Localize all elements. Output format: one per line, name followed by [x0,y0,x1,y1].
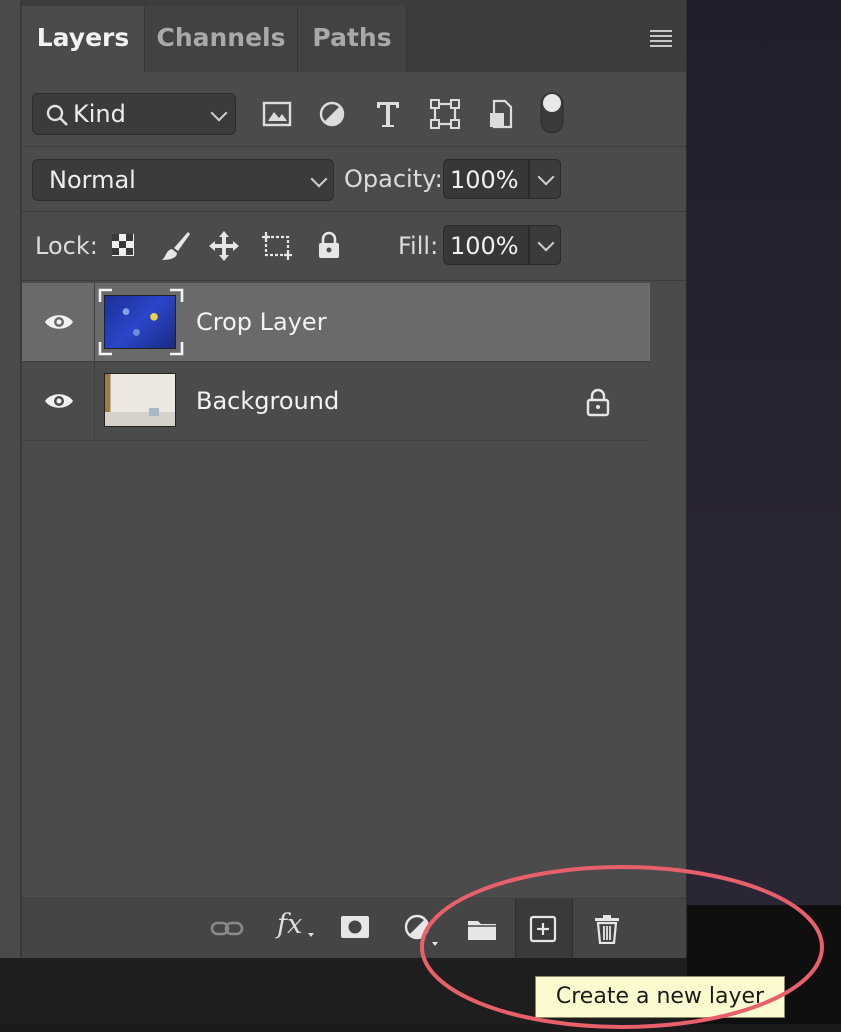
image-filter-icon[interactable] [262,101,292,127]
layers-panel: Layers Channels Paths Kind Normal Opacit… [22,0,687,958]
blend-mode-dropdown[interactable]: Normal [32,159,334,201]
delete-layer-icon[interactable] [594,914,620,944]
layer-name: Background [196,387,340,415]
lock-transparent-pixels-icon[interactable] [111,233,135,257]
shape-filter-icon[interactable] [430,99,460,129]
panel-bottom-bar: fx [22,898,686,958]
fill-input[interactable]: 100% [443,225,529,265]
adjustment-filter-icon[interactable] [318,100,346,128]
lock-label: Lock: [35,232,98,260]
filter-kind-label: Kind [73,100,126,128]
adjustment-layer-icon[interactable] [404,914,440,948]
blend-mode-value: Normal [49,166,136,194]
fx-label: fx [277,909,303,940]
opacity-dropdown-button[interactable] [529,159,561,199]
crop-corner-marks [98,288,184,356]
tab-paths[interactable]: Paths [298,6,407,72]
eye-icon [45,315,73,329]
new-layer-tooltip: Create a new layer [535,976,785,1018]
lock-icon [586,388,610,417]
lock-row: Lock: Fill: 100% [22,212,686,281]
search-icon [46,104,68,126]
visibility-toggle[interactable] [22,283,95,361]
visibility-toggle[interactable] [22,362,95,440]
new-layer-button[interactable] [515,899,573,958]
left-dock-gutter [0,0,22,958]
panel-menu-icon[interactable] [650,30,672,47]
layer-row-crop-layer[interactable]: Crop Layer [22,283,650,362]
lock-image-pixels-icon[interactable] [160,230,192,262]
layer-name: Crop Layer [196,308,327,336]
tab-layers[interactable]: Layers [22,6,145,72]
opacity-input[interactable]: 100% [443,159,529,199]
link-layers-icon[interactable] [210,917,246,941]
layer-thumbnail [104,373,176,427]
filter-toggle-icon[interactable] [540,90,564,136]
filter-kind-dropdown[interactable]: Kind [32,93,236,135]
lock-all-icon[interactable] [316,230,342,260]
fill-dropdown-button[interactable] [529,225,561,265]
panel-tab-bar: Layers Channels Paths [22,0,686,72]
new-layer-icon [529,915,557,943]
layer-mask-icon[interactable] [340,915,370,939]
chevron-down-icon [210,104,228,122]
chevron-down-icon [537,168,555,186]
lock-artboard-icon[interactable] [260,230,294,262]
new-group-icon[interactable] [466,916,498,942]
caret-icon [308,933,314,937]
fx-icon[interactable]: fx [277,909,314,945]
type-filter-icon[interactable] [374,99,402,129]
fill-label: Fill: [398,232,439,260]
layer-row-background[interactable]: Background [22,362,650,441]
chevron-down-icon [537,234,555,252]
chevron-down-icon [310,170,328,188]
tab-channels[interactable]: Channels [145,6,298,72]
eye-icon [45,394,73,408]
blend-row: Normal Opacity: 100% [22,147,686,212]
opacity-label: Opacity: [344,165,443,193]
canvas-background [687,0,841,905]
smart-object-filter-icon[interactable] [488,99,514,129]
lock-position-icon[interactable] [208,230,240,262]
filter-row: Kind [22,72,686,147]
